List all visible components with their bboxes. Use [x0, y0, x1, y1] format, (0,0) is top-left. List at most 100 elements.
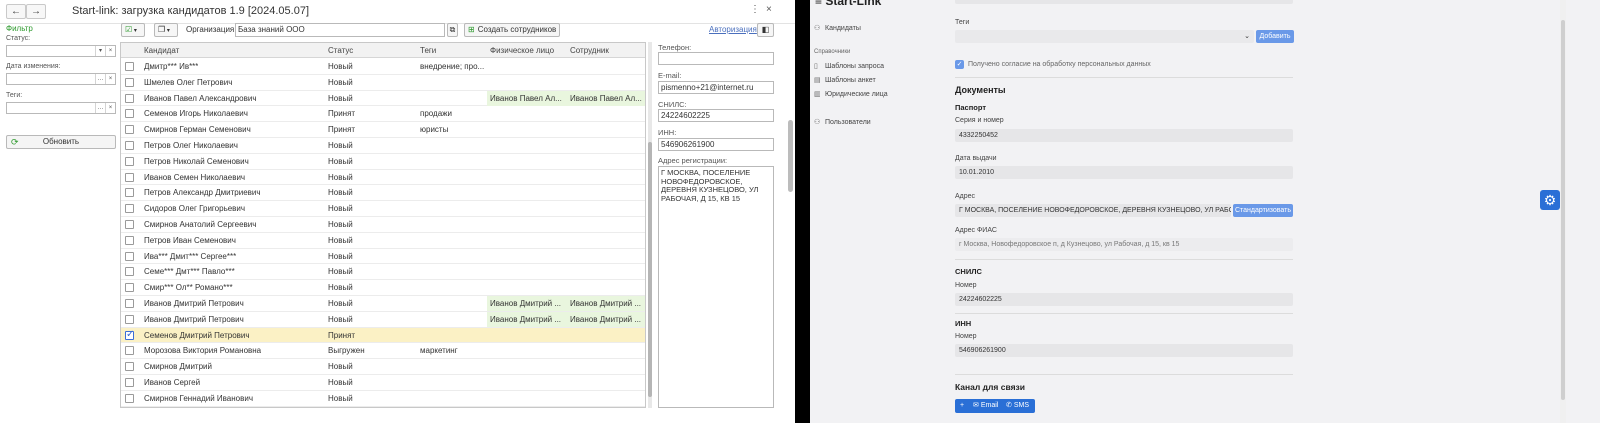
table-row[interactable]: Семенов Игорь Николаевич Принят продажи	[121, 106, 645, 123]
create-employees-button[interactable]: ⊞ Создать сотрудников	[464, 23, 560, 37]
row-checkbox[interactable]	[125, 283, 134, 293]
row-checkbox[interactable]	[125, 156, 134, 166]
row-checkbox[interactable]	[125, 220, 134, 229]
table-row[interactable]: Морозова Виктория Романовна Выгружен марке…	[121, 343, 645, 360]
dropdown-icon[interactable]: …	[95, 74, 105, 84]
window-scrollbar[interactable]	[788, 120, 793, 192]
table-row[interactable]: Дмитр*** Ив*** Новый внедрение; про...	[121, 59, 645, 75]
nav-item-legal-entities[interactable]: ▥ Юридические лица	[814, 90, 888, 98]
table-row[interactable]: Иванов Дмитрий Петрович Новый Иванов Дмитр…	[121, 311, 645, 328]
copy-menu-button[interactable]: ❐ ▾	[154, 23, 178, 37]
column-header[interactable]: Физическое лицо	[490, 46, 554, 55]
row-checkbox[interactable]	[125, 267, 134, 277]
row-checkbox[interactable]	[125, 141, 134, 150]
column-header[interactable]: Кандидат	[144, 46, 179, 55]
tags-select[interactable]: ⌄	[955, 30, 1254, 43]
row-checkbox[interactable]	[125, 378, 134, 387]
row-checkbox[interactable]	[125, 188, 134, 198]
row-checkbox[interactable]	[125, 172, 134, 182]
phone-field[interactable]	[658, 52, 774, 65]
table-row[interactable]: Ива*** Дмит*** Сергее*** Новый	[121, 249, 645, 265]
refresh-button[interactable]: ⟳ Обновить	[6, 135, 116, 149]
date-filter-input[interactable]: … ×	[6, 73, 116, 85]
check-all-button[interactable]: ☑ ▾	[121, 23, 145, 37]
status-filter-input[interactable]: ▾ ×	[6, 45, 116, 57]
forward-button[interactable]: →	[26, 4, 46, 19]
row-checkbox[interactable]	[125, 62, 134, 71]
row-checkbox[interactable]	[125, 299, 134, 308]
row-checkbox[interactable]	[125, 109, 134, 119]
panel-toggle-button[interactable]: ◧	[757, 23, 774, 37]
table-scrollbar[interactable]	[648, 42, 652, 408]
authorization-link[interactable]: Авторизация	[709, 25, 757, 34]
snils-field[interactable]: 24224602225	[955, 293, 1293, 306]
add-contact-button[interactable]: +	[960, 399, 964, 413]
row-checkbox[interactable]	[125, 235, 134, 245]
row-checkbox[interactable]	[125, 314, 134, 324]
address-field[interactable]: Г МОСКВА, ПОСЕЛЕНИЕ НОВОФЕДОРОВСКОЕ, ДЕР…	[658, 166, 774, 408]
table-row[interactable]: Иванов Семен Николаевич Новый	[121, 170, 645, 186]
inn-field[interactable]: 546906261900	[658, 138, 774, 151]
more-menu-button[interactable]: ⋮	[750, 4, 760, 15]
row-checkbox[interactable]	[125, 251, 134, 261]
clear-icon[interactable]: ×	[105, 103, 115, 113]
table-row[interactable]: Петров Александр Дмитриевич Новый	[121, 185, 645, 202]
snils-field[interactable]: 24224602225	[658, 109, 774, 122]
row-checkbox[interactable]	[125, 125, 134, 135]
row-checkbox[interactable]	[125, 393, 134, 403]
email-field[interactable]: pismenno+21@internet.ru	[658, 81, 774, 94]
row-checkbox[interactable]	[125, 329, 134, 340]
series-field[interactable]: 4332250452	[955, 129, 1293, 142]
table-row[interactable]: Смирнов Герман Семенович Принят юристы	[121, 122, 645, 138]
row-checkbox[interactable]	[125, 93, 134, 103]
table-row[interactable]: Иванов Павел Александрович Новый Иванов Па…	[121, 90, 645, 107]
table-row[interactable]: Шмелев Олег Петрович Новый	[121, 75, 645, 91]
clear-icon[interactable]: ×	[105, 74, 115, 84]
sms-contact-button[interactable]: ✆ SMS	[1006, 399, 1029, 413]
menu-icon[interactable]: ≡	[815, 0, 825, 8]
nav-item-survey-templates[interactable]: ▤ Шаблоны анкет	[814, 76, 876, 84]
standardize-button[interactable]: Стандартизовать	[1233, 204, 1293, 217]
column-header[interactable]: Статус	[328, 46, 353, 55]
close-button[interactable]: ×	[766, 4, 772, 15]
nav-item-users[interactable]: ⚇ Пользователи	[814, 118, 871, 126]
table-row[interactable]: Смирнов Геннадий Иванович Новый	[121, 391, 645, 407]
dropdown-icon[interactable]: …	[95, 103, 105, 113]
row-checkbox[interactable]	[125, 77, 134, 87]
row-checkbox[interactable]	[125, 362, 134, 372]
scrollbar-thumb[interactable]	[1561, 20, 1565, 400]
table-row[interactable]: Смирнов Дмитрий Новый	[121, 359, 645, 375]
scrollbar-thumb[interactable]	[648, 142, 652, 397]
dropdown-icon[interactable]: ▾	[95, 46, 105, 56]
nav-item-request-templates[interactable]: ▯ Шаблоны запроса	[814, 62, 884, 70]
organization-open-button[interactable]: ⧉	[447, 23, 458, 37]
table-row[interactable]: Петров Иван Семенович Новый	[121, 233, 645, 249]
settings-button[interactable]: ⚙	[1540, 190, 1560, 210]
inn-field[interactable]: 546906261900	[955, 344, 1293, 357]
row-checkbox[interactable]	[125, 346, 134, 356]
column-header[interactable]: Сотрудник	[570, 46, 609, 55]
issue-date-field[interactable]: 10.01.2010	[955, 166, 1293, 179]
table-row[interactable]: Петров Николай Семенович Новый	[121, 154, 645, 170]
column-header[interactable]: Теги	[420, 46, 436, 55]
email-contact-button[interactable]: ✉ Email	[973, 399, 998, 413]
table-row[interactable]: Петров Олег Николаевич Новый	[121, 138, 645, 154]
address-field[interactable]: Г МОСКВА, ПОСЕЛЕНИЕ НОВОФЕДОРОВСКОЕ, ДЕР…	[955, 204, 1231, 217]
table-row[interactable]: Иванов Сергей Новый	[121, 375, 645, 391]
back-button[interactable]: ←	[6, 4, 26, 19]
clear-icon[interactable]: ×	[105, 46, 115, 56]
table-row[interactable]: Семенов Дмитрий Петрович Принят	[121, 327, 645, 344]
tags-filter-input[interactable]: … ×	[6, 102, 116, 114]
table-row[interactable]: Смир*** Ол** Романо*** Новый	[121, 280, 645, 296]
nav-item-candidates[interactable]: ⚇ Кандидаты	[814, 24, 861, 32]
add-tag-button[interactable]: Добавить	[1256, 30, 1294, 43]
table-row[interactable]: Иванов Дмитрий Петрович Новый Иванов Дмитр…	[121, 296, 645, 312]
page-scrollbar[interactable]	[1560, 0, 1566, 423]
table-row[interactable]: Смирнов Анатолий Сергеевич Новый	[121, 217, 645, 233]
consent-checkbox[interactable]: ✓	[955, 60, 964, 69]
previous-field[interactable]	[955, 0, 1293, 4]
table-row[interactable]: Семе*** Дмт*** Павло*** Новый	[121, 264, 645, 281]
table-row[interactable]: Сидоров Олег Григорьевич Новый	[121, 201, 645, 217]
row-checkbox[interactable]	[125, 204, 134, 214]
organization-input[interactable]: База знаний ООО	[235, 23, 445, 37]
